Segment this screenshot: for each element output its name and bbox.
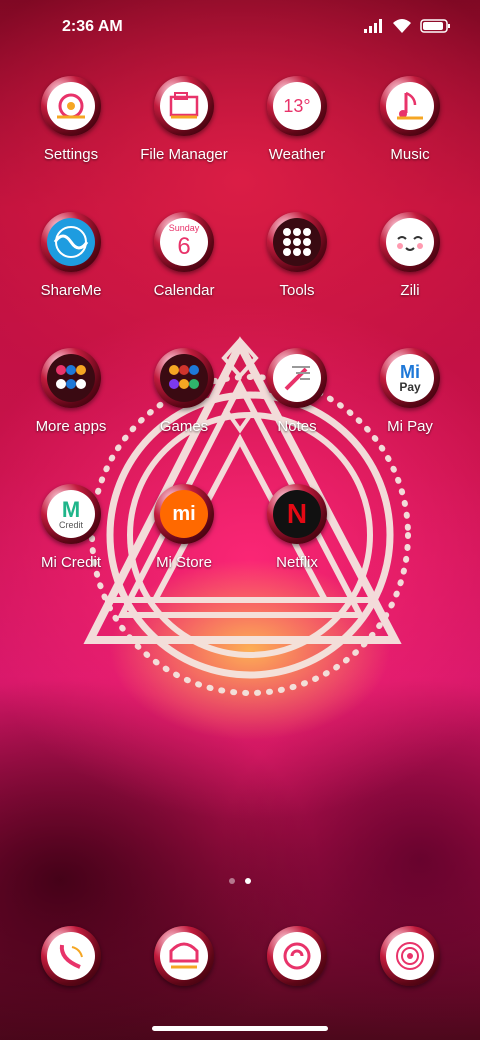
app-label: Tools xyxy=(279,282,315,299)
settings-icon xyxy=(57,93,85,119)
app-music[interactable]: Music xyxy=(354,76,466,163)
music-note-icon xyxy=(397,91,423,120)
dock xyxy=(0,926,480,986)
calendar-weekday: Sunday xyxy=(168,223,200,233)
app-weather[interactable]: 13° Weather xyxy=(241,76,353,163)
dock-messages[interactable] xyxy=(128,926,240,986)
app-games-folder[interactable]: Games xyxy=(128,348,240,435)
app-netflix[interactable]: N Netflix xyxy=(241,484,353,571)
mi-credit-mark: M xyxy=(61,496,81,522)
phone-icon xyxy=(59,944,83,969)
app-label: Music xyxy=(390,146,430,163)
browser-icon xyxy=(283,942,311,970)
mi-credit-sub: Credit xyxy=(58,519,83,530)
clock: 2:36 AM xyxy=(62,18,123,35)
app-label: ShareMe xyxy=(40,282,102,299)
app-more-apps-folder[interactable]: More apps xyxy=(15,348,127,435)
folder-icon xyxy=(169,92,199,119)
signal-icon xyxy=(364,19,382,33)
app-settings[interactable]: Settings xyxy=(15,76,127,163)
app-mi-credit[interactable]: M Credit Mi Credit xyxy=(15,484,127,571)
app-label: File Manager xyxy=(140,146,228,163)
calendar-day: 6 xyxy=(177,233,191,260)
app-calendar[interactable]: Sunday 6 Calendar xyxy=(128,212,240,299)
page-indicator xyxy=(0,878,480,884)
app-label: Mi Credit xyxy=(40,554,101,571)
games-folder-icon xyxy=(169,365,199,389)
dock-browser[interactable] xyxy=(241,926,353,986)
app-tools-folder[interactable]: Tools xyxy=(241,212,353,299)
messages-icon xyxy=(169,942,199,969)
netflix-logo: N xyxy=(286,498,308,529)
camera-icon xyxy=(396,942,424,970)
status-bar: 2:36 AM xyxy=(0,0,480,56)
app-label: Zili xyxy=(400,282,420,299)
mi-store-mark: mi xyxy=(172,502,196,525)
gesture-bar[interactable] xyxy=(152,1026,328,1031)
app-zili[interactable]: Zili xyxy=(354,212,466,299)
app-label: Netflix xyxy=(276,554,318,571)
app-label: Mi Pay xyxy=(387,418,433,435)
app-label: Notes xyxy=(277,418,317,435)
app-label: Settings xyxy=(43,146,99,163)
app-label: More apps xyxy=(35,418,107,435)
app-label: Calendar xyxy=(153,282,215,299)
app-label: Games xyxy=(159,418,209,435)
shareme-icon xyxy=(53,226,89,258)
weather-temp: 13° xyxy=(283,95,311,116)
app-label: Mi Store xyxy=(156,554,212,571)
mi-pay-sub: Pay xyxy=(399,380,421,394)
battery-icon xyxy=(420,19,450,33)
zili-face-icon xyxy=(397,236,423,251)
page-dot[interactable] xyxy=(229,878,235,884)
app-notes[interactable]: Notes xyxy=(241,348,353,435)
app-label: Weather xyxy=(268,146,326,163)
app-mi-store[interactable]: mi Mi Store xyxy=(128,484,240,571)
app-shareme[interactable]: ShareMe xyxy=(15,212,127,299)
app-file-manager[interactable]: File Manager xyxy=(128,76,240,163)
notes-pencil-icon xyxy=(284,366,310,391)
more-apps-folder-icon xyxy=(56,365,86,389)
tools-folder-icon xyxy=(283,228,311,256)
dock-phone[interactable] xyxy=(15,926,127,986)
app-mi-pay[interactable]: Mi Pay Mi Pay xyxy=(354,348,466,435)
page-dot-active[interactable] xyxy=(245,878,251,884)
mi-pay-mark: Mi xyxy=(400,362,420,382)
dock-camera[interactable] xyxy=(354,926,466,986)
wifi-icon xyxy=(393,19,411,33)
